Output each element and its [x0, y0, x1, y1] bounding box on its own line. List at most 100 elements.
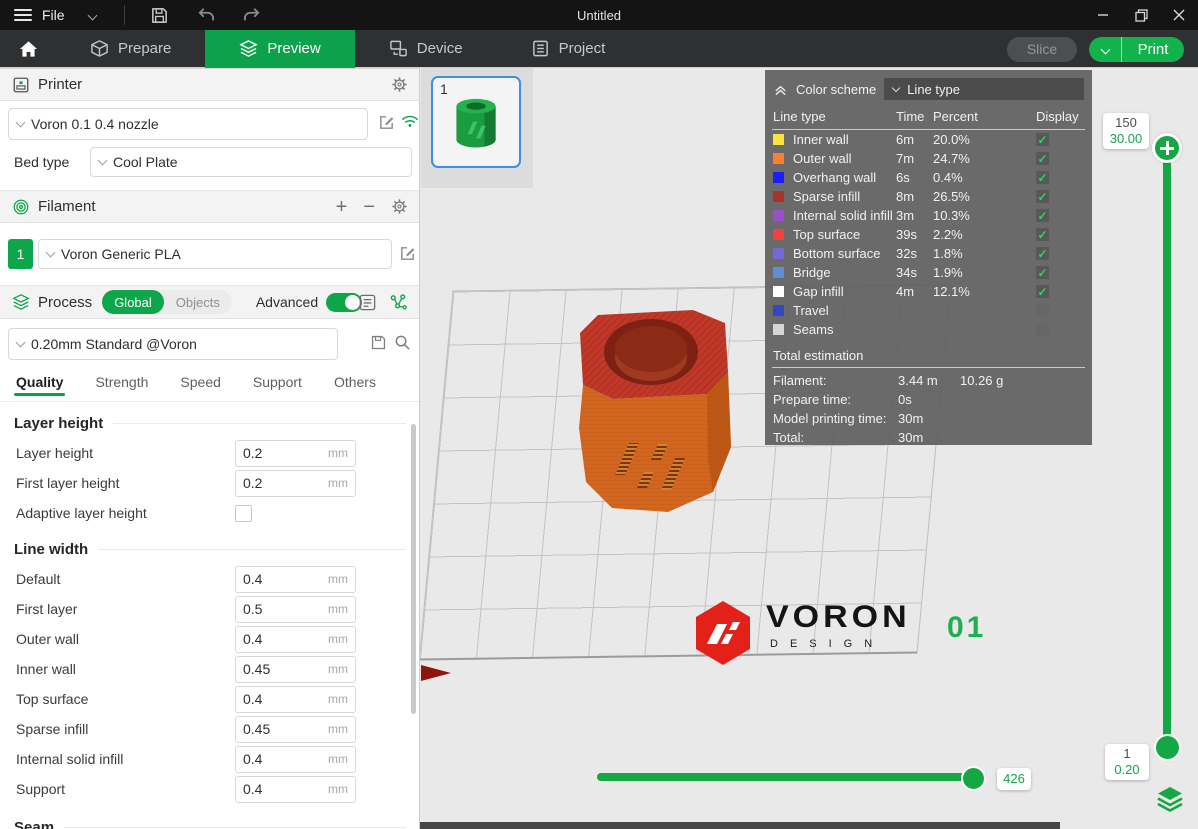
setting-input[interactable]: 0.4mm [235, 746, 356, 773]
tab-others[interactable]: Others [334, 368, 376, 390]
setting-row: Layer height0.2mm [0, 438, 420, 468]
home-button[interactable] [0, 40, 56, 58]
tab-preview[interactable]: Preview [205, 30, 354, 68]
total-value: 0s [898, 392, 960, 407]
advanced-toggle[interactable] [326, 293, 362, 312]
voron-hexagon-icon [692, 600, 754, 666]
process-scope-toggle: Global Objects [102, 290, 232, 314]
print-dropdown-chevron-icon[interactable] [1089, 37, 1122, 62]
line-type-time: 6s [896, 170, 933, 185]
process-flow-icon[interactable] [389, 293, 408, 312]
setting-checkbox[interactable] [235, 505, 252, 522]
filament-preset-select[interactable]: Voron Generic PLA [38, 239, 392, 269]
close-button[interactable] [1160, 0, 1198, 30]
total-extra: 10.26 g [960, 373, 1084, 388]
printer-settings-gear-icon[interactable] [391, 76, 408, 93]
setting-input[interactable]: 0.4mm [235, 776, 356, 803]
collapse-panel-icon[interactable] [773, 82, 788, 97]
filament-slot-badge[interactable]: 1 [8, 239, 33, 269]
setting-input[interactable]: 0.5mm [235, 596, 356, 623]
bed-type-select[interactable]: Cool Plate [90, 147, 412, 177]
setting-row: Internal solid infill0.4mm [0, 744, 420, 774]
minimize-button[interactable] [1084, 0, 1122, 30]
display-checkbox[interactable] [1036, 304, 1049, 317]
process-preset-select[interactable]: 0.20mm Standard @Voron [8, 328, 338, 360]
filament-edit-icon[interactable] [399, 245, 416, 262]
redo-icon[interactable] [241, 4, 263, 26]
parameter-table-icon[interactable] [358, 293, 377, 312]
save-preset-icon[interactable] [370, 334, 387, 351]
line-type-label: Seams [793, 322, 896, 337]
scope-global-button[interactable]: Global [102, 290, 164, 314]
line-type-percent: 24.7% [933, 151, 1036, 166]
line-type-swatch [773, 324, 784, 335]
display-checkbox[interactable]: ✓ [1036, 285, 1049, 298]
step-slider-track[interactable] [597, 773, 986, 781]
tab-support[interactable]: Support [253, 368, 302, 390]
menu-icon[interactable] [14, 9, 32, 21]
layers-view-button[interactable] [1156, 786, 1184, 812]
layer-slider-track[interactable] [1163, 148, 1171, 748]
scope-objects-button[interactable]: Objects [164, 290, 232, 314]
settings-scrollbar[interactable] [411, 424, 416, 714]
print-button[interactable]: Print [1122, 37, 1184, 62]
line-type-swatch [773, 191, 784, 202]
main-tab-bar: Prepare Preview Device Project Slice Pri… [0, 30, 1198, 68]
total-rows: Filament:3.44 m10.26 gPrepare time:0sMod… [773, 371, 1084, 447]
display-checkbox[interactable]: ✓ [1036, 209, 1049, 222]
display-checkbox[interactable] [1036, 323, 1049, 336]
tab-strength[interactable]: Strength [95, 368, 148, 390]
printer-edit-icon[interactable] [378, 114, 395, 131]
bed-type-label: Bed type [14, 154, 69, 170]
color-scheme-select[interactable]: Line type [884, 78, 1084, 100]
search-preset-icon[interactable] [394, 334, 411, 351]
display-checkbox[interactable]: ✓ [1036, 152, 1049, 165]
display-checkbox[interactable]: ✓ [1036, 133, 1049, 146]
total-estimation-title: Total estimation [773, 343, 1084, 367]
display-checkbox[interactable]: ✓ [1036, 247, 1049, 260]
undo-icon[interactable] [195, 4, 217, 26]
setting-input[interactable]: 0.45mm [235, 716, 356, 743]
line-type-label: Inner wall [793, 132, 896, 147]
tab-device[interactable]: Device [355, 30, 497, 68]
printer-wifi-icon[interactable] [401, 114, 419, 128]
layer-slider-top-tooltip: 150 30.00 [1103, 113, 1149, 149]
layer-slider-top-handle[interactable] [1152, 133, 1182, 163]
plate-thumbnail[interactable]: 1 [431, 76, 521, 168]
setting-row: Inner wall0.45mm [0, 654, 420, 684]
setting-input[interactable]: 0.4mm [235, 566, 356, 593]
tab-prepare[interactable]: Prepare [56, 30, 205, 68]
display-checkbox[interactable]: ✓ [1036, 171, 1049, 184]
filament-settings-gear-icon[interactable] [391, 198, 408, 215]
slicer-window: File Untitled [0, 0, 1198, 829]
line-type-label: Bottom surface [793, 246, 896, 261]
save-icon[interactable] [149, 4, 171, 26]
setting-label: Adaptive layer height [16, 505, 147, 521]
line-type-swatch [773, 229, 784, 240]
slice-button[interactable]: Slice [1007, 37, 1077, 62]
step-slider-handle[interactable] [961, 766, 986, 791]
toolbar-divider [124, 5, 125, 25]
file-menu[interactable]: File [42, 7, 65, 23]
add-filament-button[interactable]: + [336, 197, 348, 217]
tab-project[interactable]: Project [497, 30, 640, 68]
display-checkbox[interactable]: ✓ [1036, 228, 1049, 241]
setting-input[interactable]: 0.4mm [235, 686, 356, 713]
display-checkbox[interactable]: ✓ [1036, 266, 1049, 279]
tab-quality[interactable]: Quality [16, 368, 63, 390]
layer-slider-bottom-handle[interactable] [1154, 734, 1181, 761]
printer-preset-select[interactable]: Voron 0.1 0.4 nozzle [8, 108, 368, 140]
restore-button[interactable] [1122, 0, 1160, 30]
remove-filament-button[interactable]: − [363, 197, 375, 217]
setting-input[interactable]: 0.2mm [235, 440, 356, 467]
tab-speed[interactable]: Speed [180, 368, 220, 390]
setting-input[interactable]: 0.45mm [235, 656, 356, 683]
display-checkbox[interactable]: ✓ [1036, 190, 1049, 203]
setting-input[interactable]: 0.4mm [235, 626, 356, 653]
file-menu-chevron-icon[interactable] [87, 10, 97, 20]
legend-row: Gap infill4m12.1%✓ [773, 282, 1084, 301]
legend-rows: Inner wall6m20.0%✓Outer wall7m24.7%✓Over… [773, 130, 1084, 339]
setting-label: First layer height [16, 475, 119, 491]
setting-input[interactable]: 0.2mm [235, 470, 356, 497]
setting-label: Outer wall [16, 631, 79, 647]
